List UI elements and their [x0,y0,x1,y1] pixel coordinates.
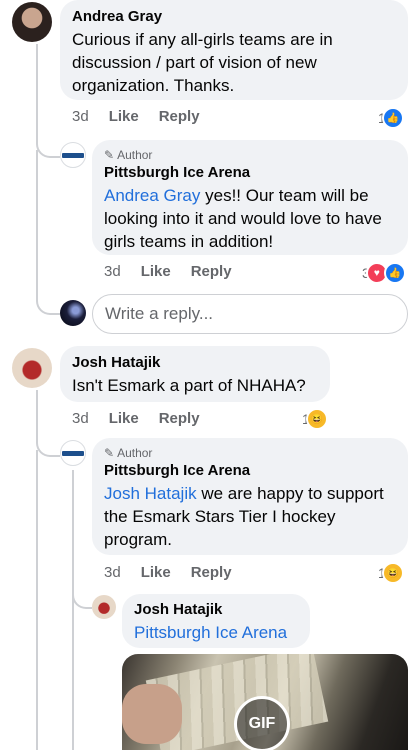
current-user-avatar[interactable] [60,300,86,326]
comment-bubble: Andrea Gray Curious if any all-girls tea… [60,0,408,100]
comment-text: Josh Hatajik we are happy to support the… [104,482,396,551]
timestamp[interactable]: 3d [104,263,121,280]
timestamp[interactable]: 3d [72,108,89,125]
comment-author[interactable]: Josh Hatajik [134,601,298,618]
avatar[interactable] [92,595,116,619]
author-badge-label: Author [117,148,153,162]
thread-line-3 [72,470,74,750]
avatar[interactable] [60,142,86,168]
comment-author[interactable]: Pittsburgh Ice Arena [104,164,396,181]
comment-author[interactable]: Josh Hatajik [72,354,318,371]
gif-label: GIF [248,715,276,732]
gif-badge: GIF [234,696,290,750]
like-button[interactable]: Like [109,410,139,427]
reply-button[interactable]: Reply [159,108,200,125]
gif-image[interactable]: GIF [122,654,408,750]
reaction-summary[interactable]: 3 ♥ 👍 [362,262,406,284]
thread-line-2 [36,450,38,750]
comment-bubble: Josh Hatajik Isn't Esmark a part of NHAH… [60,346,330,402]
comment-bubble: ✎ Author Pittsburgh Ice Arena Andrea Gra… [92,140,408,255]
reply-button[interactable]: Reply [191,564,232,581]
thread-line-1b [36,150,38,295]
comment-text: Isn't Esmark a part of NHAHA? [72,376,306,395]
like-button[interactable]: Like [141,564,171,581]
arena-logo [62,152,84,158]
pencil-icon: ✎ [104,148,115,162]
mention-link[interactable]: Andrea Gray [104,186,200,205]
author-badge: ✎ Author [104,446,396,460]
comment-actions: 3d Like Reply [104,564,232,581]
thread-elbow-3 [36,390,60,457]
haha-reaction-icon: 😆 [381,562,404,584]
mention-link[interactable]: Josh Hatajik [104,484,197,503]
comment-bubble: Josh Hatajik Pittsburgh Ice Arena [122,594,310,648]
reaction-summary[interactable]: 1 😆 [302,408,328,430]
reply-input[interactable]: Write a reply... [92,294,408,334]
reaction-summary[interactable]: 1 👍 [378,107,404,129]
thread-elbow-2 [36,280,60,315]
comment-text: Andrea Gray yes!! Our team will be looki… [104,184,396,253]
like-button[interactable]: Like [141,263,171,280]
comment-bubble: ✎ Author Pittsburgh Ice Arena Josh Hataj… [92,438,408,555]
reply-placeholder: Write a reply... [105,304,214,323]
avatar[interactable] [12,348,52,388]
author-badge-label: Author [117,446,153,460]
mention-link[interactable]: Pittsburgh Ice Arena [134,621,298,644]
reply-button[interactable]: Reply [191,263,232,280]
hand [122,684,182,744]
like-reaction-icon: 👍 [383,262,406,284]
comment-actions: 3d Like Reply [104,263,232,280]
haha-reaction-icon: 😆 [305,408,328,430]
author-badge: ✎ Author [104,148,396,162]
comment-author[interactable]: Pittsburgh Ice Arena [104,462,396,479]
reply-button[interactable]: Reply [159,410,200,427]
comment-actions: 3d Like Reply [72,108,200,125]
like-button[interactable]: Like [109,108,139,125]
avatar[interactable] [12,2,52,42]
reaction-summary[interactable]: 1 😆 [378,562,404,584]
pencil-icon: ✎ [104,446,115,460]
arena-logo [62,450,84,456]
avatar[interactable] [60,440,86,466]
like-reaction-icon: 👍 [381,107,404,129]
comment-author[interactable]: Andrea Gray [72,8,396,25]
thread-elbow-1 [36,44,60,158]
timestamp[interactable]: 3d [72,410,89,427]
comment-actions: 3d Like Reply [72,410,200,427]
thread-elbow-4 [72,575,92,609]
comment-text: Curious if any all-girls teams are in di… [72,30,333,95]
timestamp[interactable]: 3d [104,564,121,581]
